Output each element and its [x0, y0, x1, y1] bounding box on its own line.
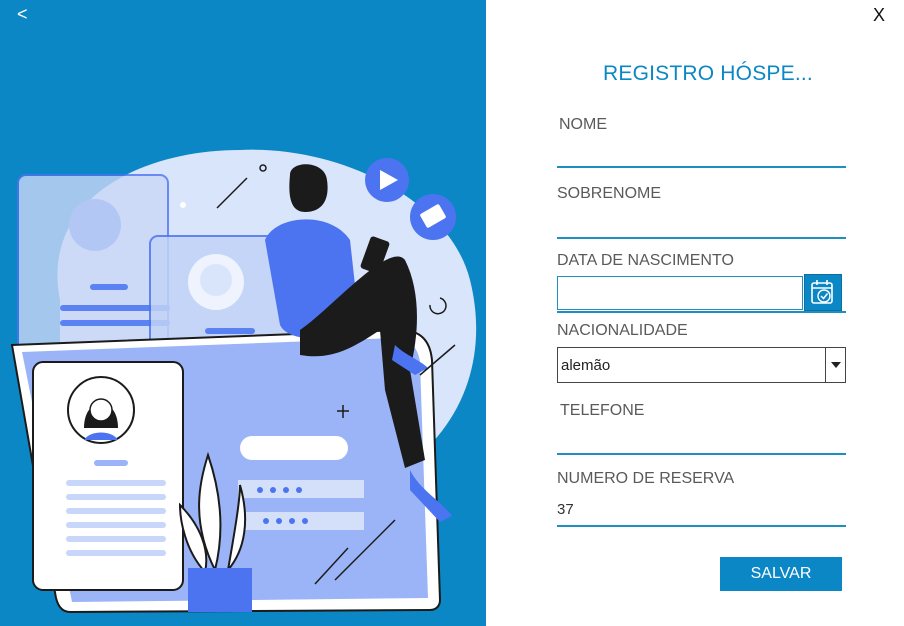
nacionalidade-selected-value: alemão [561, 356, 611, 374]
numero-reserva-underline [557, 525, 846, 527]
telefone-label: TELEFONE [560, 402, 645, 419]
close-button[interactable]: X [873, 5, 885, 26]
form-title: REGISTRO HÓSPE... [603, 62, 813, 85]
telefone-input[interactable] [557, 453, 846, 455]
nome-label: NOME [559, 116, 607, 133]
nacionalidade-label: NACIONALIDADE [557, 322, 688, 339]
data-nascimento-label: DATA DE NASCIMENTO [557, 252, 734, 269]
save-button[interactable]: SALVAR [720, 557, 842, 591]
guest-registration-illustration [10, 149, 477, 614]
calendar-button[interactable] [804, 274, 842, 311]
numero-reserva-value[interactable]: 37 [557, 501, 574, 518]
numero-reserva-label: NUMERO DE RESERVA [557, 470, 735, 487]
nome-input[interactable] [557, 166, 846, 168]
calendar-check-icon [811, 279, 833, 304]
illustration-panel: < [0, 0, 486, 626]
back-button[interactable]: < [17, 4, 28, 25]
nacionalidade-select[interactable]: alemão [557, 347, 846, 383]
data-nascimento-input[interactable] [557, 276, 803, 310]
chevron-down-icon[interactable] [825, 348, 845, 382]
sobrenome-input[interactable] [557, 237, 846, 239]
sobrenome-label: SOBRENOME [557, 185, 662, 202]
data-nascimento-underline [557, 311, 846, 313]
